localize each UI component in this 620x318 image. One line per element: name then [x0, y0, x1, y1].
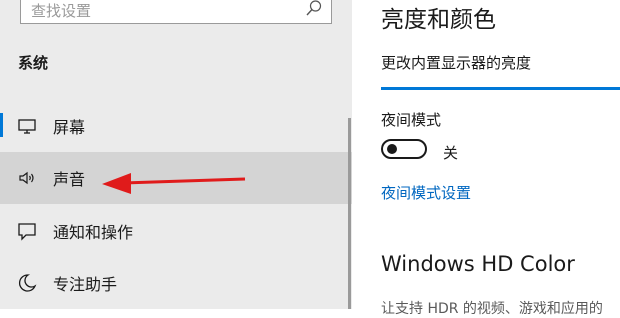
search-input[interactable]: 查找设置 — [20, 0, 332, 24]
toggle-knob — [387, 144, 397, 154]
night-mode-toggle[interactable] — [381, 139, 427, 159]
sidebar-item-display[interactable]: 屏幕 — [0, 100, 352, 152]
sidebar: 查找设置 系统 屏幕 声音 通知和操作 专注助手 — [0, 0, 352, 309]
scrollbar[interactable] — [348, 118, 351, 309]
night-mode-label: 夜间模式 — [381, 111, 442, 129]
sidebar-item-label: 屏幕 — [53, 118, 86, 137]
sidebar-item-focus-assist[interactable]: 专注助手 — [0, 257, 352, 309]
sidebar-item-label: 通知和操作 — [53, 223, 134, 242]
sidebar-item-label: 专注助手 — [53, 275, 118, 294]
page-title: 亮度和颜色 — [381, 7, 496, 33]
speaker-icon — [19, 171, 34, 185]
hd-color-title: Windows HD Color — [381, 252, 575, 276]
section-title: 系统 — [18, 54, 49, 72]
night-mode-state: 关 — [443, 144, 459, 162]
hd-color-description: 让支持 HDR 的视频、游戏和应用的 — [381, 301, 603, 317]
moon-icon — [19, 274, 37, 292]
search-placeholder: 查找设置 — [31, 2, 92, 20]
sidebar-item-label: 声音 — [53, 170, 86, 189]
main-panel: 亮度和颜色 更改内置显示器的亮度 夜间模式 关 夜间模式设置 Windows H… — [352, 0, 620, 317]
brightness-label: 更改内置显示器的亮度 — [381, 54, 532, 72]
sidebar-item-notifications[interactable]: 通知和操作 — [0, 205, 352, 257]
notification-icon — [18, 223, 36, 241]
sidebar-item-sound[interactable]: 声音 — [0, 152, 352, 204]
brightness-slider[interactable] — [381, 87, 620, 90]
search-icon[interactable] — [305, 0, 323, 17]
monitor-icon — [18, 119, 36, 134]
night-mode-settings-link[interactable]: 夜间模式设置 — [381, 182, 471, 203]
